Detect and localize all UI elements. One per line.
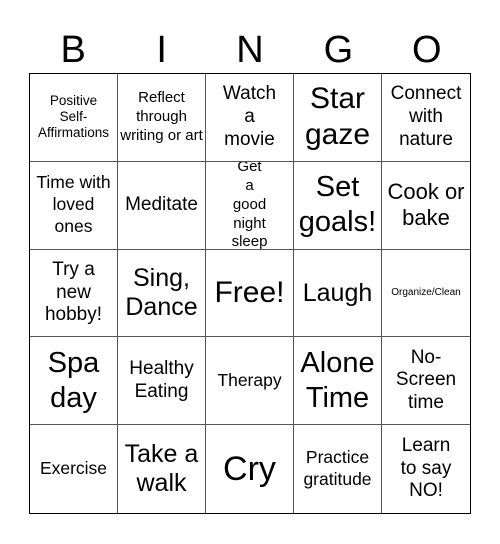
bingo-cell[interactable]: Spa day	[30, 337, 118, 426]
bingo-cell[interactable]: Positive Self-Affirmations	[30, 74, 118, 162]
header-letter-n: N	[236, 29, 264, 71]
header-letter-b: B	[60, 29, 86, 71]
bingo-cell[interactable]: Practice gratitude	[294, 425, 382, 513]
bingo-cell[interactable]: Watch a movie	[206, 74, 294, 162]
bingo-cell[interactable]: Try a new hobby!	[30, 249, 118, 338]
bingo-cell[interactable]: Alone Time	[294, 337, 382, 426]
bingo-cell[interactable]: Take a walk	[118, 425, 206, 513]
bingo-cell[interactable]: No-Screen time	[382, 337, 470, 426]
bingo-cell[interactable]: Therapy	[206, 337, 294, 426]
bingo-cell[interactable]: Set goals!	[294, 161, 382, 250]
bingo-cell[interactable]: Connect with nature	[382, 74, 470, 162]
bingo-cell[interactable]: Sing, Dance	[118, 249, 206, 338]
bingo-header: B I N G O	[29, 28, 471, 73]
header-letter-i: I	[156, 29, 167, 71]
bingo-cell[interactable]: Meditate	[118, 161, 206, 250]
bingo-cell[interactable]: Learn to say NO!	[382, 425, 470, 513]
bingo-cell[interactable]: Laugh	[294, 249, 382, 338]
bingo-cell[interactable]: Exercise	[30, 425, 118, 513]
bingo-cell[interactable]: Time with loved ones	[30, 161, 118, 250]
bingo-cell[interactable]: Cry	[206, 425, 294, 513]
bingo-grid: Positive Self-Affirmations Reflect throu…	[29, 73, 471, 514]
header-letter-g: G	[323, 29, 354, 71]
header-letter-o: O	[412, 29, 442, 71]
free-space[interactable]: Free!	[206, 249, 294, 338]
bingo-cell[interactable]: Get a good night sleep	[206, 161, 294, 250]
bingo-cell[interactable]: Healthy Eating	[118, 337, 206, 426]
bingo-cell[interactable]: Cook or bake	[382, 162, 470, 250]
bingo-cell[interactable]: Organize/Clean	[382, 250, 470, 338]
bingo-cell[interactable]: Star gaze	[294, 74, 382, 162]
bingo-cell[interactable]: Reflect through writing or art	[118, 74, 206, 162]
